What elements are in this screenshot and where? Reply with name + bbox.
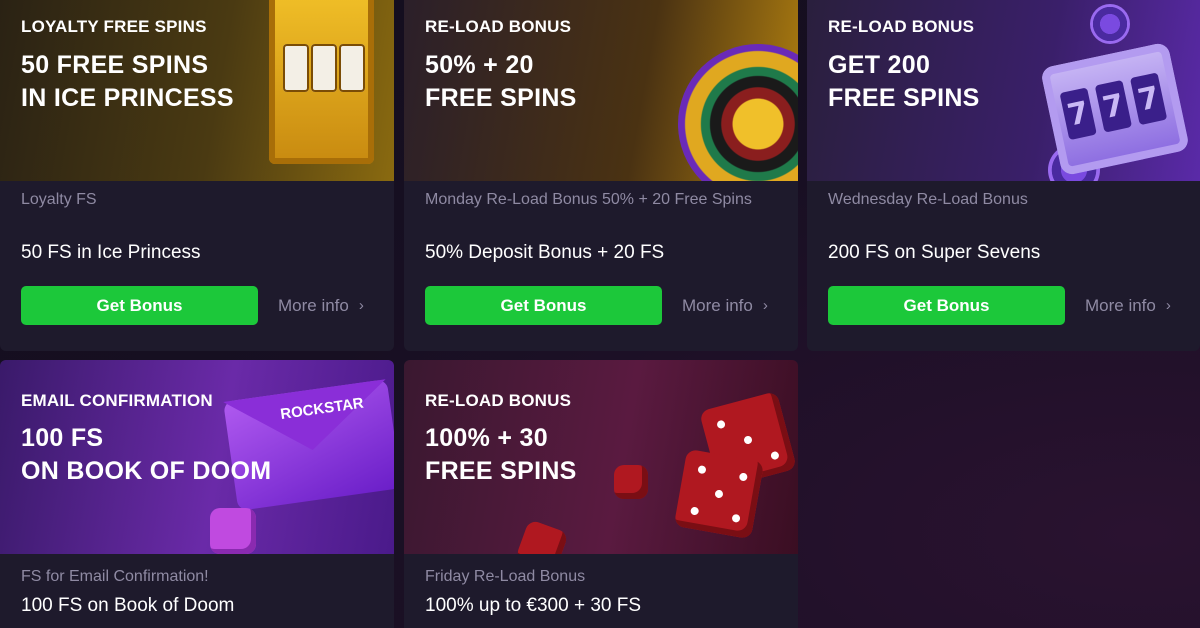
roulette-wheel-illustration [678, 44, 798, 181]
dice-illustration [515, 519, 569, 554]
more-info-link[interactable]: More info › [682, 296, 768, 316]
dice-illustration [673, 448, 765, 540]
promo-card-friday-reload: RE-LOAD BONUS 100% + 30 FREE SPINS Frida… [404, 360, 798, 628]
promo-banner: RE-LOAD BONUS 100% + 30 FREE SPINS [404, 360, 798, 554]
chevron-right-icon: › [762, 297, 768, 314]
more-info-label: More info [1085, 295, 1156, 315]
promo-headline: 50 FREE SPINS IN ICE PRINCESS [21, 49, 234, 115]
slot-reel [339, 44, 365, 92]
promo-subtitle: FS for Email Confirmation! [21, 568, 209, 585]
promo-headline: 50% + 20 FREE SPINS [425, 49, 577, 115]
promo-actions: Get Bonus More info › [828, 286, 1186, 325]
promo-card-email-confirmation: ROCKSTAR EMAIL CONFIRMATION 100 FS ON BO… [0, 360, 394, 628]
promo-category: RE-LOAD BONUS [425, 17, 572, 36]
get-bonus-button[interactable]: Get Bonus [21, 286, 258, 325]
slot-symbol-seven: 7 [1129, 72, 1168, 126]
promo-headline: 100 FS ON BOOK OF DOOM [21, 422, 271, 488]
slot-777-illustration: 7 7 7 [1039, 41, 1191, 177]
promo-headline-line-2: ON BOOK OF DOOM [21, 457, 272, 485]
promo-category: RE-LOAD BONUS [425, 391, 572, 410]
casino-chip-illustration [1090, 4, 1130, 44]
promo-offer: 100% up to €300 + 30 FS [425, 595, 642, 616]
promo-card-loyalty-free-spins: LOYALTY FREE SPINS 50 FREE SPINS IN ICE … [0, 0, 394, 351]
dice-illustration [614, 465, 648, 499]
promo-offer: 200 FS on Super Sevens [828, 242, 1041, 263]
promo-subtitle: Wednesday Re-Load Bonus [828, 191, 1028, 208]
slot-symbol-seven: 7 [1059, 87, 1097, 141]
slot-symbol-seven: 7 [1094, 79, 1133, 133]
promo-headline-line-1: GET 200 [828, 51, 931, 79]
promo-headline-line-2: IN ICE PRINCESS [21, 84, 234, 112]
promo-card-monday-reload: RE-LOAD BONUS 50% + 20 FREE SPINS Monday… [404, 0, 798, 351]
promo-headline-line-1: 100% + 30 [425, 424, 548, 452]
promo-headline-line-1: 100 FS [21, 424, 104, 452]
get-bonus-button[interactable]: Get Bonus [425, 286, 662, 325]
promo-subtitle: Monday Re-Load Bonus 50% + 20 Free Spins [425, 191, 752, 208]
promo-actions: Get Bonus More info › [425, 286, 784, 325]
promo-actions: Get Bonus More info › [21, 286, 380, 325]
promo-headline: 100% + 30 FREE SPINS [425, 422, 577, 488]
promo-subtitle: Loyalty FS [21, 191, 97, 208]
promo-headline: GET 200 FREE SPINS [828, 49, 980, 115]
get-bonus-button[interactable]: Get Bonus [828, 286, 1065, 325]
promo-banner: 7 7 7 RE-LOAD BONUS GET 200 FREE SPINS [807, 0, 1200, 181]
more-info-label: More info [278, 295, 349, 315]
slot-machine-illustration [269, 0, 374, 164]
promo-card-wednesday-reload: 7 7 7 RE-LOAD BONUS GET 200 FREE SPINS W… [807, 0, 1200, 351]
promo-banner: RE-LOAD BONUS 50% + 20 FREE SPINS [404, 0, 798, 181]
promo-offer: 50% Deposit Bonus + 20 FS [425, 242, 665, 263]
dice-illustration [210, 508, 256, 554]
promo-category: EMAIL CONFIRMATION [21, 391, 213, 410]
more-info-link[interactable]: More info › [1085, 296, 1171, 316]
more-info-label: More info [682, 295, 753, 315]
promo-headline-line-2: FREE SPINS [425, 84, 577, 112]
slot-reel [283, 44, 309, 92]
promo-banner: LOYALTY FREE SPINS 50 FREE SPINS IN ICE … [0, 0, 394, 181]
promo-subtitle: Friday Re-Load Bonus [425, 568, 586, 585]
chevron-right-icon: › [1165, 297, 1171, 314]
promo-headline-line-2: FREE SPINS [425, 457, 577, 485]
promo-category: LOYALTY FREE SPINS [21, 17, 207, 36]
promo-headline-line-1: 50 FREE SPINS [21, 51, 209, 79]
slot-reel [311, 44, 337, 92]
promo-category: RE-LOAD BONUS [828, 17, 975, 36]
promo-offer: 100 FS on Book of Doom [21, 595, 235, 616]
chevron-right-icon: › [358, 297, 364, 314]
promo-headline-line-1: 50% + 20 [425, 51, 534, 79]
promo-banner: ROCKSTAR EMAIL CONFIRMATION 100 FS ON BO… [0, 360, 394, 554]
promo-offer: 50 FS in Ice Princess [21, 242, 201, 263]
promo-headline-line-2: FREE SPINS [828, 84, 980, 112]
more-info-link[interactable]: More info › [278, 296, 364, 316]
